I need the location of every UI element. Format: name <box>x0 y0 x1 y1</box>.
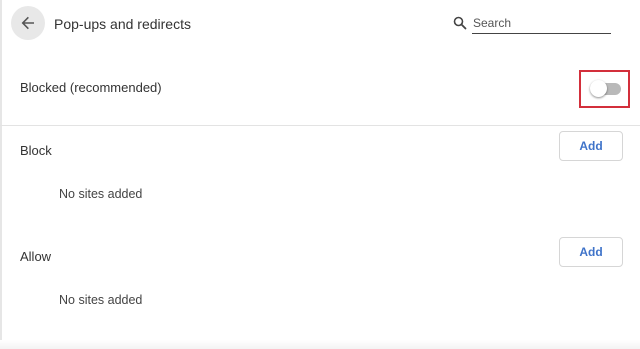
block-empty-text: No sites added <box>59 187 143 201</box>
window-left-edge <box>0 0 2 349</box>
block-section-title: Block <box>20 143 52 158</box>
page-title: Pop-ups and redirects <box>54 16 191 32</box>
blocked-setting-label: Blocked (recommended) <box>20 80 162 95</box>
allow-add-button[interactable]: Add <box>559 237 623 267</box>
back-button[interactable] <box>11 6 45 40</box>
block-add-button[interactable]: Add <box>559 131 623 161</box>
allow-empty-text: No sites added <box>59 293 143 307</box>
allow-section-title: Allow <box>20 249 52 264</box>
search-input[interactable] <box>472 13 611 34</box>
toggle-knob <box>590 80 607 97</box>
divider <box>0 125 640 126</box>
arrow-back-icon <box>21 16 34 30</box>
blocked-toggle[interactable] <box>590 80 621 97</box>
search-box[interactable] <box>453 12 623 36</box>
search-icon <box>453 16 467 30</box>
bottom-edge <box>0 340 640 349</box>
